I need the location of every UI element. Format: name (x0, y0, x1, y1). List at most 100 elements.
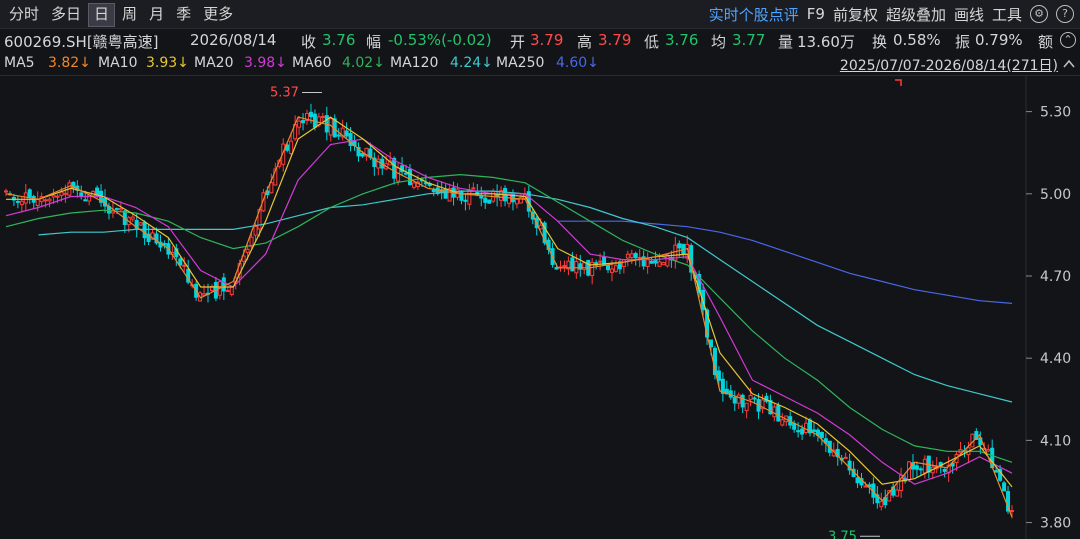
candle-body (895, 489, 900, 497)
y-tick-label: 4.10 (1040, 433, 1071, 449)
ma60-line (5, 173, 1013, 463)
candle-body (297, 120, 302, 128)
candle-body (598, 260, 603, 263)
candle-body (43, 199, 48, 202)
candle-body (740, 394, 745, 408)
avg-label: 均 (711, 33, 727, 51)
candle-body (748, 394, 753, 400)
ma5-value: 3.82↓ (48, 55, 91, 71)
candle-body (396, 167, 401, 182)
moving-average-lines (5, 116, 1013, 518)
tab-weekly[interactable]: 周 (117, 3, 142, 25)
forward-adjust-button[interactable]: 前复权 (833, 4, 878, 25)
candle-body (621, 259, 626, 267)
toolbar-right: 实时个股点评 F9 前复权 超级叠加 画线 工具 ⚙ ? (709, 3, 1080, 25)
tab-more[interactable]: 更多 (198, 3, 238, 25)
super-overlay-button[interactable]: 超级叠加 (886, 4, 946, 25)
ma10-line (6, 116, 1013, 488)
candle-body (245, 248, 250, 253)
candle-body (320, 115, 325, 118)
candle-body (404, 172, 409, 175)
ma10-label: MA10 (98, 55, 138, 71)
candle-body (79, 192, 84, 197)
candle-body (51, 194, 56, 198)
candle-body (633, 253, 638, 259)
quote-date: 2026/08/14 (190, 31, 277, 49)
ma250-label: MA250 (496, 55, 545, 71)
low-annotation: 3.75 (828, 529, 857, 539)
candle-body (863, 485, 868, 488)
price-axis: 5.30 5.00 4.70 4.40 4.10 3.80 (1026, 105, 1071, 532)
high-label: 高 (577, 33, 593, 51)
close-label: 收 (301, 33, 317, 51)
candle-body (994, 470, 999, 473)
candle-body (629, 253, 634, 259)
ma-legend: MA5 3.82↓ MA10 3.93↓ MA20 3.98↓ MA60 4.0… (0, 53, 1080, 76)
candle-body (637, 256, 642, 259)
stock-review-link[interactable]: 实时个股点评 (709, 4, 799, 25)
candle-body (625, 253, 630, 259)
f9-button[interactable]: F9 (807, 5, 825, 23)
candle-body (4, 190, 8, 193)
candle-body (59, 191, 64, 196)
candle-body (463, 199, 468, 202)
candle-body (344, 130, 349, 137)
help-icon[interactable]: ? (1056, 5, 1074, 23)
candle-body (918, 468, 923, 471)
candle-body (182, 264, 187, 267)
ma20-label: MA20 (194, 55, 234, 71)
amplitude-label: 振 (955, 33, 971, 51)
candle-body (855, 477, 860, 484)
tab-intraday[interactable]: 分时 (4, 3, 44, 25)
candle-body (796, 430, 801, 433)
date-range-link[interactable]: 2025/07/07-2026/08/14(271日) (840, 55, 1058, 75)
collapse-icon[interactable]: ⌃ (1060, 32, 1076, 48)
candle-body (514, 198, 519, 205)
candle-body (613, 265, 618, 272)
candle-body (130, 216, 135, 220)
candle-body (83, 199, 88, 202)
period-tabs: 分时 多日 日 周 月 季 更多 (4, 3, 238, 27)
ma20-value: 3.98↓ (244, 55, 287, 71)
candle-body (609, 268, 614, 273)
candle-body (202, 293, 207, 296)
candle-body (1010, 510, 1014, 513)
candle-body (732, 397, 737, 404)
draw-line-button[interactable]: 画线 (954, 4, 984, 25)
candle-body (661, 262, 666, 266)
candle-body (459, 190, 464, 201)
tab-daily[interactable]: 日 (88, 3, 116, 27)
kline-chart[interactable]: 5.30 5.00 4.70 4.40 4.10 3.80 5.37 3.75 (0, 76, 1080, 539)
candle-body (15, 200, 20, 203)
candle-body (35, 198, 40, 207)
turnover-label: 换 (872, 33, 888, 51)
settings-icon[interactable]: ⚙ (1030, 5, 1048, 23)
candle-body (879, 501, 884, 508)
candle-body (843, 456, 848, 459)
y-tick-label: 4.40 (1040, 351, 1071, 367)
tab-multiday[interactable]: 多日 (46, 3, 86, 25)
volume-label: 量 (778, 33, 794, 51)
ma10-value: 3.93↓ (146, 55, 189, 71)
candle-body (772, 406, 777, 418)
candle-body (142, 221, 147, 239)
turnover-value: 0.58% (893, 31, 941, 49)
candle-body (19, 200, 24, 206)
candle-body (253, 225, 258, 236)
toolbar: 分时 多日 日 周 月 季 更多 实时个股点评 F9 前复权 超级叠加 画线 工… (0, 0, 1080, 29)
tab-monthly[interactable]: 月 (144, 3, 169, 25)
candle-body (570, 257, 575, 272)
candle-body (63, 192, 68, 195)
ma120-value: 4.24↓ (450, 55, 493, 71)
tab-quarterly[interactable]: 季 (171, 3, 196, 25)
candle-body (736, 394, 741, 404)
candle-body (336, 134, 341, 137)
candle-body (665, 254, 670, 267)
candle-body (986, 449, 991, 452)
scroll-up-icon[interactable] (1062, 57, 1076, 71)
ma120-label: MA120 (390, 55, 439, 71)
tools-button[interactable]: 工具 (992, 4, 1022, 25)
open-label: 开 (510, 33, 526, 51)
y-tick-label: 5.00 (1040, 187, 1071, 203)
candle-body (471, 187, 476, 190)
